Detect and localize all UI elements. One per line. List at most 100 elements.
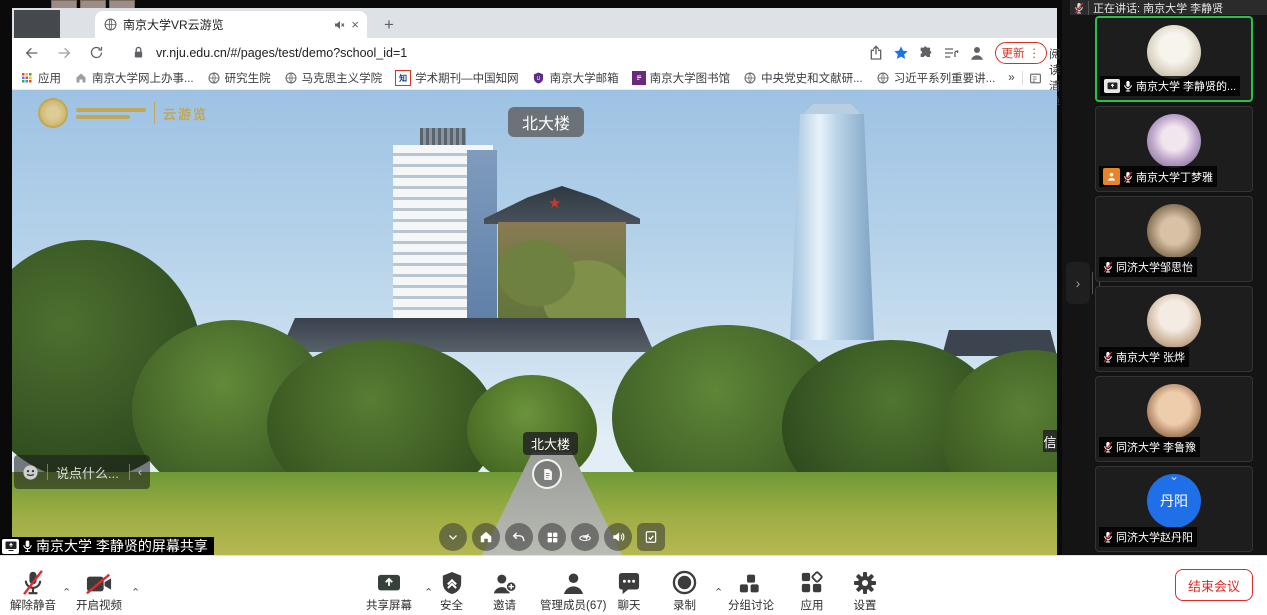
undo-arrow-icon[interactable] bbox=[505, 523, 533, 551]
new-tab-button[interactable]: + bbox=[378, 14, 400, 36]
bookmark-party-history[interactable]: 中央党史和文献研... bbox=[743, 70, 863, 86]
vr-panorama-view[interactable]: 云游览 北大楼 ★ bbox=[12, 90, 1057, 555]
apps-grid-icon bbox=[20, 71, 34, 85]
speaker-icon[interactable] bbox=[604, 523, 632, 551]
share-screen-button[interactable]: 共享屏幕 bbox=[366, 569, 412, 613]
apps-button[interactable]: 应用 bbox=[800, 569, 824, 613]
svg-text:U: U bbox=[537, 76, 541, 82]
mic-muted-icon bbox=[1103, 261, 1113, 273]
bookmark-nju-services[interactable]: 南京大学网上办事... bbox=[74, 70, 194, 86]
red-star: ★ bbox=[548, 194, 561, 212]
reload-icon[interactable] bbox=[84, 41, 108, 65]
checklist-icon[interactable] bbox=[637, 523, 665, 551]
start-video-button[interactable]: 开启视频 bbox=[76, 569, 122, 613]
video-options-chevron-icon[interactable]: ⌃ bbox=[131, 586, 140, 599]
mic-on-icon bbox=[1123, 80, 1133, 92]
tab-favicon-globe-icon bbox=[103, 18, 117, 32]
meeting-app-window: 南京大学VR云游览 × + bbox=[0, 0, 1267, 615]
vr-chat-bar[interactable]: 说点什么... ‹ bbox=[14, 455, 150, 489]
url-text[interactable]: vr.nju.edu.cn/#/pages/test/demo?school_i… bbox=[156, 46, 407, 60]
profile-avatar-icon[interactable] bbox=[968, 44, 986, 62]
participant-name: 同济大学赵丹阳 bbox=[1116, 529, 1193, 545]
screen-share-banner: 南京大学 李静贤的屏幕共享 bbox=[0, 537, 214, 555]
nju-mail-shield-icon: U bbox=[532, 71, 546, 85]
manage-participants-button[interactable]: 管理成员(67) bbox=[540, 569, 606, 613]
tab-close-icon[interactable]: × bbox=[351, 17, 359, 32]
share-options-chevron-icon[interactable]: ⌃ bbox=[424, 586, 433, 599]
extensions-puzzle-icon[interactable] bbox=[918, 45, 934, 61]
record-button[interactable]: 录制 bbox=[672, 569, 697, 613]
share-page-icon[interactable] bbox=[868, 45, 884, 61]
mic-muted-icon bbox=[1123, 171, 1133, 183]
tab-audio-icon[interactable] bbox=[333, 19, 345, 31]
participant-name: 同济大学邹思怡 bbox=[1116, 259, 1193, 275]
bookmark-star-icon[interactable] bbox=[893, 45, 909, 61]
home-icon[interactable] bbox=[472, 523, 500, 551]
participant-tile[interactable]: 同济大学 李鲁豫 bbox=[1095, 376, 1253, 462]
vr-control-bar bbox=[439, 523, 665, 551]
globe-icon bbox=[284, 71, 298, 85]
unmute-label: 解除静音 bbox=[10, 597, 56, 613]
bookmark-apps[interactable]: 应用 bbox=[20, 70, 61, 86]
vr-compass-icon[interactable] bbox=[571, 523, 599, 551]
security-button[interactable]: 安全 bbox=[440, 569, 463, 613]
end-meeting-button[interactable]: 结束会议 bbox=[1175, 569, 1253, 601]
unmute-button[interactable]: 解除静音 bbox=[10, 569, 56, 613]
nju-120th-logo: 云游览 bbox=[38, 98, 208, 128]
lock-icon[interactable] bbox=[126, 41, 150, 65]
logo-text-lines bbox=[76, 108, 146, 119]
participant-namebar: 南京大学 张烨 bbox=[1099, 347, 1189, 367]
participant-tile[interactable]: 南京大学 张烨 bbox=[1095, 286, 1253, 372]
chat-bubble-icon bbox=[617, 569, 641, 595]
panel-collapse-handle[interactable]: › bbox=[1066, 262, 1090, 304]
forward-icon[interactable] bbox=[52, 41, 76, 65]
globe-icon bbox=[876, 71, 890, 85]
record-options-chevron-icon[interactable]: ⌃ bbox=[714, 586, 723, 599]
globe-icon bbox=[743, 71, 757, 85]
media-controls-icon[interactable] bbox=[943, 45, 959, 61]
bookmark-graduate-school[interactable]: 研究生院 bbox=[207, 70, 271, 86]
sharing-indicator-icon bbox=[1104, 79, 1120, 93]
breakout-rooms-label: 分组讨论 bbox=[728, 597, 774, 613]
globe-icon bbox=[207, 71, 221, 85]
grid-menu-icon[interactable] bbox=[538, 523, 566, 551]
breakout-rooms-button[interactable]: 分组讨论 bbox=[728, 569, 774, 613]
mic-options-chevron-icon[interactable]: ⌃ bbox=[62, 586, 71, 599]
avatar bbox=[1147, 204, 1201, 258]
bookmark-marxism-school[interactable]: 马克思主义学院 bbox=[284, 70, 383, 86]
meeting-toolbar: 解除静音 ⌃ 开启视频 ⌃ 共享屏幕 ⌃ 安全 邀请 bbox=[0, 555, 1267, 615]
chat-collapse-arrow[interactable]: ‹ bbox=[138, 465, 142, 479]
back-icon[interactable] bbox=[20, 41, 44, 65]
bookmark-nju-library[interactable]: 南京大学图书馆 bbox=[632, 70, 731, 86]
reading-list-icon bbox=[1029, 71, 1042, 85]
mic-muted-icon bbox=[1103, 531, 1113, 543]
bookmark-nju-mail[interactable]: U 南京大学邮箱 bbox=[532, 70, 619, 86]
avatar bbox=[1147, 114, 1201, 168]
collapse-chevron-icon[interactable] bbox=[439, 523, 467, 551]
edge-hotspot-label: 信 bbox=[1043, 430, 1057, 452]
participant-tile[interactable]: 同济大学邹思怡 bbox=[1095, 196, 1253, 282]
chat-input-placeholder[interactable]: 说点什么... bbox=[56, 463, 121, 482]
chat-button[interactable]: 聊天 bbox=[617, 569, 641, 613]
chat-label: 聊天 bbox=[618, 597, 641, 613]
bookmarks-overflow-chevron[interactable]: » bbox=[1008, 72, 1014, 84]
bookmark-label: 习近平系列重要讲... bbox=[894, 70, 996, 86]
participant-tile[interactable]: 南京大学丁梦雅 bbox=[1095, 106, 1253, 192]
invite-button[interactable]: 邀请 bbox=[492, 569, 517, 613]
white-highrise-glass-face bbox=[467, 150, 497, 337]
participant-name: 南京大学 张烨 bbox=[1116, 349, 1185, 365]
participant-tile[interactable]: 南京大学 李静贤的... bbox=[1095, 16, 1253, 102]
settings-button[interactable]: 设置 bbox=[853, 569, 877, 613]
zifeng-glass-tower bbox=[790, 114, 874, 340]
speaking-banner-text: 正在讲话: 南京大学 李静贤 bbox=[1093, 0, 1223, 15]
participant-tile[interactable]: ⌄ 丹阳 同济大学赵丹阳 bbox=[1095, 466, 1253, 552]
browser-tab[interactable]: 南京大学VR云游览 × bbox=[95, 11, 367, 38]
scroll-more-chevron-icon[interactable]: ⌄ bbox=[1169, 469, 1179, 483]
cloud-tour-label: 云游览 bbox=[163, 104, 208, 123]
emoji-smiley-icon[interactable] bbox=[22, 464, 39, 481]
nju-emblem-icon bbox=[38, 98, 68, 128]
bookmark-cnki[interactable]: 知 学术期刊—中国知网 bbox=[395, 70, 519, 86]
bookmark-xi-speeches[interactable]: 习近平系列重要讲... bbox=[876, 70, 996, 86]
screen-share-icon bbox=[2, 539, 19, 554]
hotspot-info-button[interactable] bbox=[532, 459, 562, 489]
